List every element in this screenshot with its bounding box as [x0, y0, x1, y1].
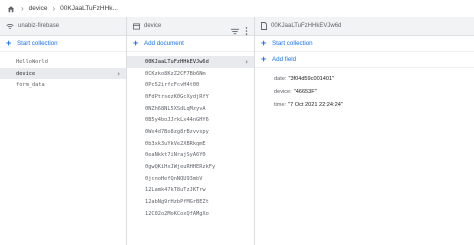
plus-icon: + [6, 38, 12, 48]
add-field-label: Add field [272, 56, 297, 63]
chevron-right-icon: › [117, 69, 120, 78]
chevron-right-icon: › [245, 58, 248, 66]
root-panel-header: unabiz-firebase [0, 17, 126, 36]
field-row[interactable]: time: "7 Oct 2021 22:24:24" [255, 98, 474, 111]
document-panel-header: 00KJaaLTuFzHHkEVJw6d [255, 17, 474, 36]
collection-panel-header: device [127, 17, 254, 36]
field-key: device: [274, 88, 292, 95]
document-item[interactable]: 0Wx4d7Bo8zg8rBzvvspy [127, 126, 254, 138]
document-item-label: 12abNg9rHzbPfMGrBEZt [145, 199, 209, 206]
breadcrumb-item-collection[interactable]: device [29, 5, 48, 12]
collection-item[interactable]: form_data [0, 79, 126, 91]
start-collection-button[interactable]: + Start collection [0, 36, 126, 52]
document-icon [261, 17, 267, 35]
document-item-label: 0FdPtrsezK0GcXydjRfY [145, 93, 209, 100]
start-subcollection-label: Start collection [272, 40, 313, 47]
collection-title: device [144, 23, 162, 29]
field-key: date: [274, 75, 287, 82]
collection-item-label: HelloWorld [16, 58, 48, 65]
collection-item[interactable]: HelloWorld [0, 56, 126, 68]
add-field-button[interactable]: + Add field [255, 52, 474, 68]
filter-icon[interactable] [231, 22, 239, 40]
document-item-label: 0NZh68NL5XSdLqMzyvA [145, 105, 206, 112]
document-item-label: 0Wx4d7Bo8zg8rBzvvspy [145, 128, 209, 135]
project-title: unabiz-firebase [18, 23, 60, 29]
collection-list: HelloWorld device › form_data [0, 52, 126, 91]
document-item-label: 0CKzko8KzZ2CF7Bb6Nm [145, 70, 206, 77]
document-item-label: 0gwQKiHxJWjeuRHHERzkFy [145, 164, 216, 171]
document-item[interactable]: 0NZh68NL5XSdLqMzyvA [127, 103, 254, 115]
field-value: "7 Oct 2021 22:24:24" [288, 101, 343, 108]
plus-icon: + [261, 54, 267, 64]
document-item-label: 12Lamk47kT8uTzJKTrw [145, 187, 206, 194]
field-value: "3f04d59c001401" [288, 75, 335, 82]
home-icon[interactable] [6, 4, 16, 13]
plus-icon: + [261, 38, 267, 48]
more-vert-icon[interactable] [245, 22, 248, 40]
start-subcollection-button[interactable]: + Start collection [255, 36, 474, 52]
chevron-right-icon: › [52, 3, 56, 13]
collection-item-label: form_data [16, 82, 45, 89]
document-item[interactable]: 0B5y4boJJrkLx44nGHY6 [127, 114, 254, 126]
document-item-label: 0jcnoHefQnNQU93mbV [145, 175, 203, 182]
field-row[interactable]: date: "3f04d59c001401" [255, 72, 474, 85]
document-panel: 00KJaaLTuFzHHkEVJw6d + Start collection … [255, 17, 474, 245]
document-item[interactable]: 0jcnoHefQnNQU93mbV [127, 173, 254, 185]
document-item-label: 00KJaaLTuFzHHkEVJw6d [145, 58, 209, 65]
breadcrumb: › device › 00KJaaLTuFzHHk... [0, 0, 474, 17]
document-item-label: 0eaNkkt7iNrajSyA6Y0 [145, 152, 206, 159]
document-title: 00KJaaLTuFzHHkEVJw6d [271, 23, 342, 29]
collection-item-label: device [16, 70, 36, 77]
wifi-icon [6, 17, 14, 35]
document-item[interactable]: 0eaNkkt7iNrajSyA6Y0 [127, 150, 254, 162]
field-value: "46653F" [293, 88, 317, 95]
start-collection-label: Start collection [17, 40, 58, 47]
field-row[interactable]: device: "46653F" [255, 85, 474, 98]
document-item-label: 0B5y4boJJrkLx44nGHY6 [145, 117, 209, 124]
collection-item[interactable]: device › [0, 67, 126, 80]
document-item[interactable]: 12abNg9rHzbPfMGrBEZt [127, 196, 254, 208]
document-item[interactable]: 12Lamk47kT8uTzJKTrw [127, 185, 254, 197]
document-item[interactable]: 12C02o2MoKCoxQfAMgXo [127, 208, 254, 220]
chevron-right-icon: › [21, 3, 24, 13]
document-item[interactable]: 0Pc52irfcFcvH4t00 [127, 79, 254, 91]
plus-icon: + [133, 38, 139, 48]
document-list: 00KJaaLTuFzHHkEVJw6d › 0CKzko8KzZ2CF7Bb6Nm… [127, 52, 254, 220]
collection-panel: device + Add document 00KJaaLTuFzHHkEVJw… [127, 17, 254, 245]
collection-icon [133, 17, 140, 35]
breadcrumb-item-document[interactable]: 00KJaaLTuFzHHk... [60, 5, 118, 12]
field-list: date: "3f04d59c001401" device: "46653F" time… [255, 68, 474, 111]
root-panel: unabiz-firebase + Start collection Hello… [0, 17, 126, 245]
field-key: time: [274, 101, 287, 108]
document-item-label: 0Pc52irfcFcvH4t00 [145, 82, 200, 89]
document-item[interactable]: 0CKzko8KzZ2CF7Bb6Nm [127, 68, 254, 80]
document-item[interactable]: 0FdPtrsezK0GcXydjRfY [127, 91, 254, 103]
document-item[interactable]: 0gwQKiHxJWjeuRHHERzkFy [127, 161, 254, 173]
document-item[interactable]: 0b3xk3uYkVe2XBRkqmE [127, 138, 254, 150]
document-item[interactable]: 00KJaaLTuFzHHkEVJw6d › [127, 56, 254, 68]
add-document-label: Add document [144, 40, 184, 47]
document-item-label: 12C02o2MoKCoxQfAMgXo [145, 210, 209, 217]
document-item-label: 0b3xk3uYkVe2XBRkqmE [145, 140, 206, 147]
